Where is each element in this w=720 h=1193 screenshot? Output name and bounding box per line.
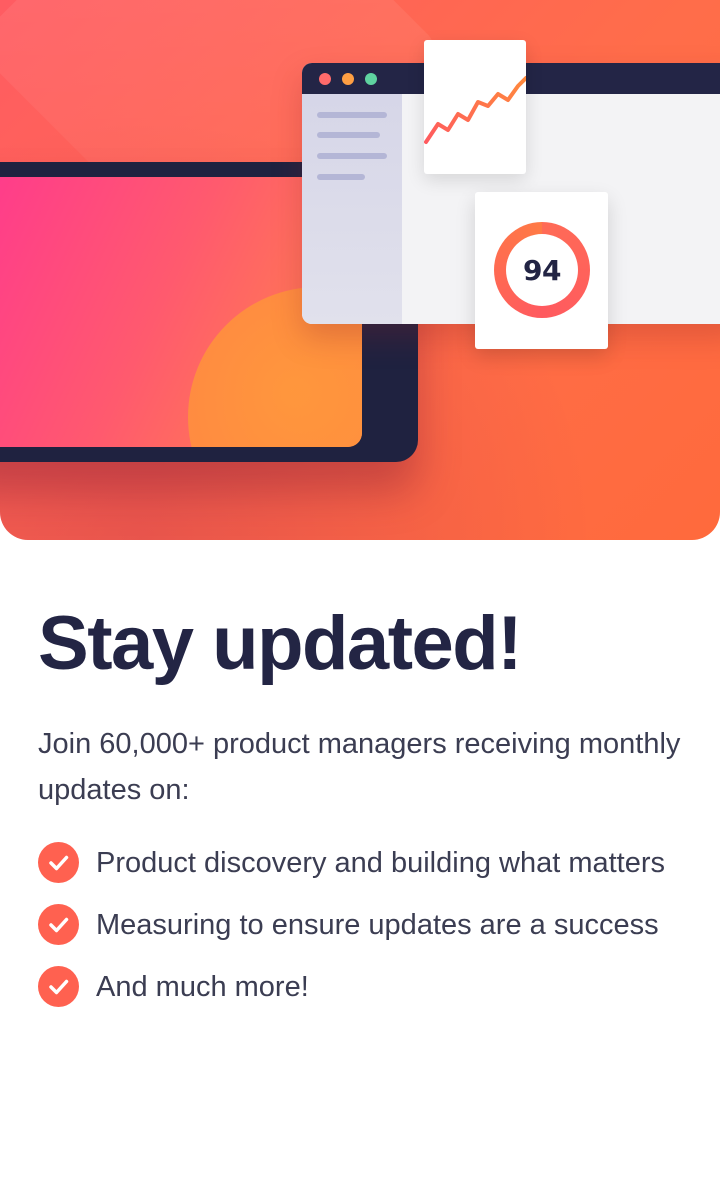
browser-sidebar	[302, 94, 402, 324]
window-minimize-dot-icon	[342, 73, 354, 85]
window-maximize-dot-icon	[365, 73, 377, 85]
score-ring-icon: 94	[494, 222, 590, 318]
trend-line-chart-icon	[424, 76, 526, 144]
score-card: 94	[475, 192, 608, 349]
feature-text: Measuring to ensure updates are a succes…	[96, 909, 659, 941]
score-value: 94	[506, 234, 578, 306]
sidebar-placeholder-line	[317, 174, 365, 180]
intro-text: Join 60,000+ product managers receiving …	[38, 728, 681, 806]
hero-illustration: 94	[0, 0, 720, 540]
check-circle-icon	[38, 842, 79, 883]
window-close-dot-icon	[319, 73, 331, 85]
page-title: Stay updated!	[38, 601, 523, 686]
feature-list: Product discovery and building what matt…	[38, 832, 688, 1018]
sidebar-placeholder-line	[317, 132, 380, 138]
check-circle-icon	[38, 966, 79, 1007]
feature-item: Measuring to ensure updates are a succes…	[38, 894, 688, 956]
feature-text: And much more!	[96, 971, 309, 1003]
feature-text: Product discovery and building what matt…	[96, 847, 666, 879]
sidebar-placeholder-line	[317, 153, 387, 159]
trend-chart-card	[424, 40, 526, 174]
feature-item: Product discovery and building what matt…	[38, 832, 688, 894]
sidebar-placeholder-line	[317, 112, 387, 118]
feature-item: And much more!	[38, 956, 688, 1018]
check-circle-icon	[38, 904, 79, 945]
